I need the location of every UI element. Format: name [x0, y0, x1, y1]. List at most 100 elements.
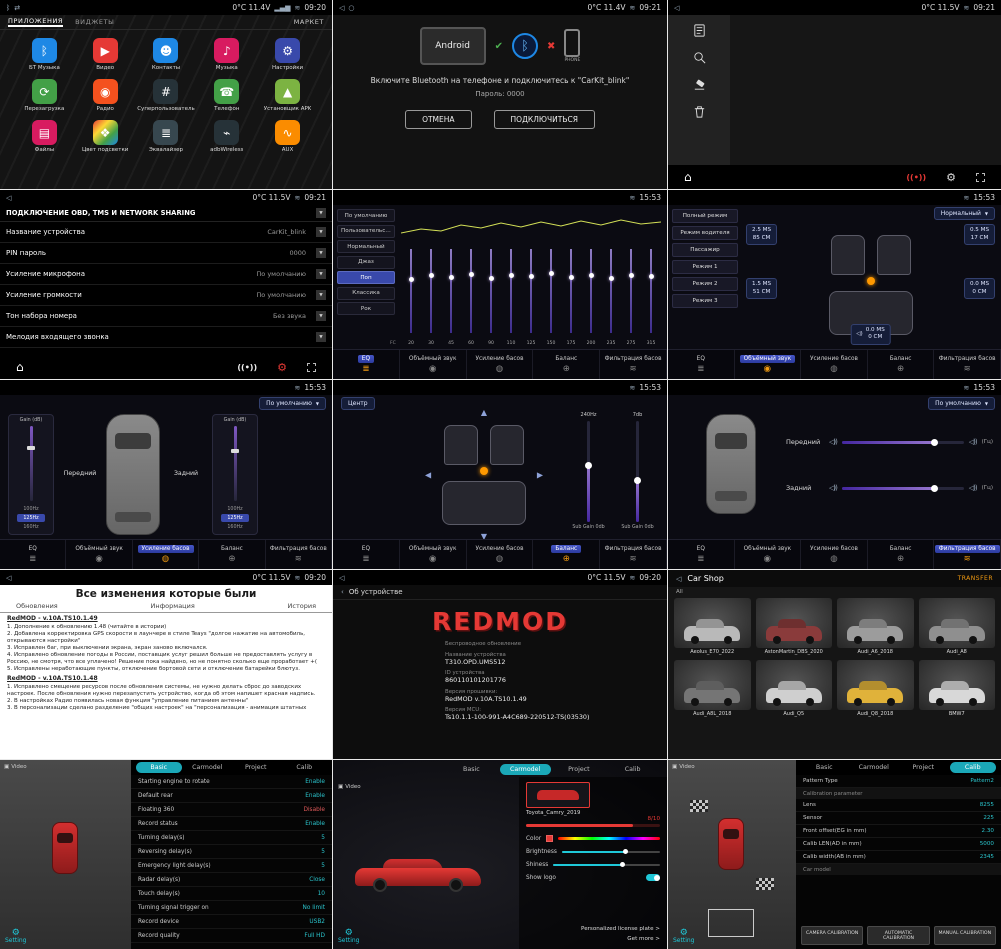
calib-row[interactable]: Calib LEN(AD in mm)5000	[796, 838, 1001, 851]
default-dropdown[interactable]: По умолчанию▼	[928, 397, 995, 410]
app-video[interactable]: ▶Видео	[75, 38, 136, 71]
app-apk-installer[interactable]: ▲Установщик APK	[257, 79, 318, 112]
balance-point[interactable]	[480, 467, 488, 475]
setting-row[interactable]: Record statusEnable	[131, 817, 332, 831]
mode-full[interactable]: Полный режим	[672, 209, 738, 223]
tab-eq[interactable]: EQ≣	[0, 540, 66, 569]
calib-row[interactable]: Calib width(AB in mm)2345	[796, 851, 1001, 864]
preset-classic[interactable]: Классика	[337, 287, 395, 300]
app-files[interactable]: ▤Файлы	[14, 120, 75, 153]
shiness-slider[interactable]	[553, 864, 660, 866]
freq-option-selected[interactable]: 125Hz	[221, 514, 248, 522]
get-more-link[interactable]: Get more >	[581, 935, 660, 945]
tab-filter[interactable]: Фильтрация басов≋	[600, 350, 667, 379]
app-settings[interactable]: ⚙Настройки	[257, 38, 318, 71]
tab-carmodel[interactable]: Carmodel	[500, 764, 551, 775]
delay-rear-right[interactable]: 0.0 MS0 CM	[964, 278, 995, 299]
tab-updates[interactable]: Обновления	[16, 602, 58, 610]
back-icon[interactable]: ◁	[6, 194, 11, 202]
listening-point[interactable]	[867, 277, 875, 285]
shiness-row[interactable]: Shiness	[526, 858, 660, 871]
calib-row[interactable]: Front offset(EG in mm)2.30	[796, 825, 1001, 838]
freq-option[interactable]: 160Hz	[221, 523, 248, 531]
tab-filter[interactable]: Фильтрация басов≋	[266, 540, 332, 569]
app-radio[interactable]: ◉Радио	[75, 79, 136, 112]
back-icon[interactable]: ◁	[674, 4, 679, 12]
show-logo-row[interactable]: Show logo	[526, 871, 660, 884]
car-card[interactable]: Audi_Q8_2018	[837, 660, 914, 717]
tab-filter[interactable]: Фильтрация басов≋	[934, 540, 1001, 569]
car-card[interactable]: BMW7	[919, 660, 996, 717]
app-contacts[interactable]: ☻Контакты	[136, 38, 197, 71]
setting-row[interactable]: Название устройстваCarKit_blink▼	[0, 222, 332, 243]
freq-option-selected[interactable]: 125Hz	[17, 514, 44, 522]
mode-driver[interactable]: Режим водителя	[672, 226, 738, 240]
tab-calib[interactable]: Calib	[950, 762, 997, 773]
app-superuser[interactable]: #Суперпользователь	[136, 79, 197, 112]
dropdown-icon[interactable]: ▼	[316, 248, 326, 258]
setting-row[interactable]: Мелодия входящего звонка▼	[0, 327, 332, 348]
tab-calib[interactable]: Calib	[607, 764, 658, 775]
arrow-left-icon[interactable]: ◀	[425, 470, 431, 479]
dropdown-icon[interactable]: ▼	[316, 311, 326, 321]
car-card[interactable]: Aeolus_E70_2022	[674, 598, 751, 655]
eq-sliders[interactable]	[401, 247, 661, 335]
car-card[interactable]: AstonMartin_DBS_2020	[756, 598, 833, 655]
gear-icon[interactable]: ⚙	[946, 171, 956, 184]
back-icon[interactable]: ◁	[339, 4, 344, 12]
tab-surround[interactable]: Объёмный звук◉	[400, 350, 467, 379]
show-logo-toggle[interactable]	[646, 874, 660, 881]
setting-row[interactable]: Turning signal trigger onNo limit	[131, 901, 332, 915]
back-icon[interactable]: ◁	[6, 574, 11, 582]
car-thumbnail[interactable]	[526, 782, 590, 808]
preset-rock[interactable]: Рок	[337, 302, 395, 315]
center-chip[interactable]: Центр	[341, 397, 375, 410]
notes-icon[interactable]	[692, 23, 707, 38]
trash-icon[interactable]	[692, 104, 707, 119]
app-backlight-color[interactable]: ❖Цвет подсветки	[75, 120, 136, 153]
tab-eq[interactable]: EQ≣	[668, 350, 735, 379]
default-dropdown[interactable]: По умолчанию▼	[259, 397, 326, 410]
tab-info[interactable]: Информация	[151, 602, 195, 610]
tab-balance[interactable]: Баланс⊕	[868, 540, 935, 569]
tab-surround[interactable]: Объёмный звук◉	[400, 540, 467, 569]
dropdown-icon[interactable]: ▼	[316, 332, 326, 342]
preset-normal[interactable]: Нормальный	[337, 240, 395, 253]
tab-project[interactable]: Project	[554, 764, 605, 775]
tab-eq[interactable]: EQ≣	[333, 540, 400, 569]
tab-balance[interactable]: Баланс⊕	[533, 540, 600, 569]
tab-surround[interactable]: Объёмный звук◉	[735, 350, 802, 379]
app-phone[interactable]: ☎Телефон	[196, 79, 257, 112]
dropdown-icon[interactable]: ▼	[316, 227, 326, 237]
tab-eq[interactable]: EQ≣	[333, 350, 400, 379]
tab-bass[interactable]: Усиление басов◍	[467, 540, 534, 569]
app-reboot[interactable]: ⟳Перезагрузка	[14, 79, 75, 112]
setting-row[interactable]: Reversing delay(s)5	[131, 845, 332, 859]
front-gain-slider[interactable]	[30, 426, 33, 501]
tab-filter[interactable]: Фильтрация басов≋	[934, 350, 1001, 379]
sub-freq-slider[interactable]: 240Hz Sub Gain 0db	[571, 412, 606, 531]
pattern-type-row[interactable]: Pattern TypePattern2	[796, 775, 1001, 788]
back-icon[interactable]: ◁	[676, 575, 681, 583]
setting-row[interactable]: Touch delay(s)10	[131, 887, 332, 901]
cancel-button[interactable]: ОТМЕНА	[405, 110, 471, 129]
license-plate-link[interactable]: Personalized license plate >	[581, 925, 660, 935]
collapse-icon[interactable]: ▼	[316, 208, 326, 218]
freq-option[interactable]: 100Hz	[17, 505, 44, 513]
setting-row[interactable]: Turning delay(s)5	[131, 831, 332, 845]
preset-user[interactable]: Пользовательские	[337, 225, 395, 238]
brightness-row[interactable]: Brightness	[526, 845, 660, 858]
tab-project[interactable]: Project	[900, 762, 947, 773]
broadcast-icon[interactable]: ((•))	[237, 363, 257, 372]
search-icon[interactable]	[692, 50, 707, 65]
app-adb-wireless[interactable]: ⌁adbWireless	[196, 120, 257, 153]
mode-1[interactable]: Режим 1	[672, 260, 738, 274]
tab-basic[interactable]: Basic	[136, 762, 182, 773]
setting-row[interactable]: Emergency light delay(s)5	[131, 859, 332, 873]
camera-calibration-button[interactable]: CAMERA CALIBRATION	[801, 926, 863, 945]
gear-icon[interactable]: ⚙	[277, 361, 287, 374]
screenshot-icon[interactable]	[307, 363, 316, 372]
arrow-up-icon[interactable]: ▲	[481, 408, 487, 417]
tab-apps[interactable]: ПРИЛОЖЕНИЯ	[8, 17, 63, 27]
tab-history[interactable]: История	[288, 602, 316, 610]
